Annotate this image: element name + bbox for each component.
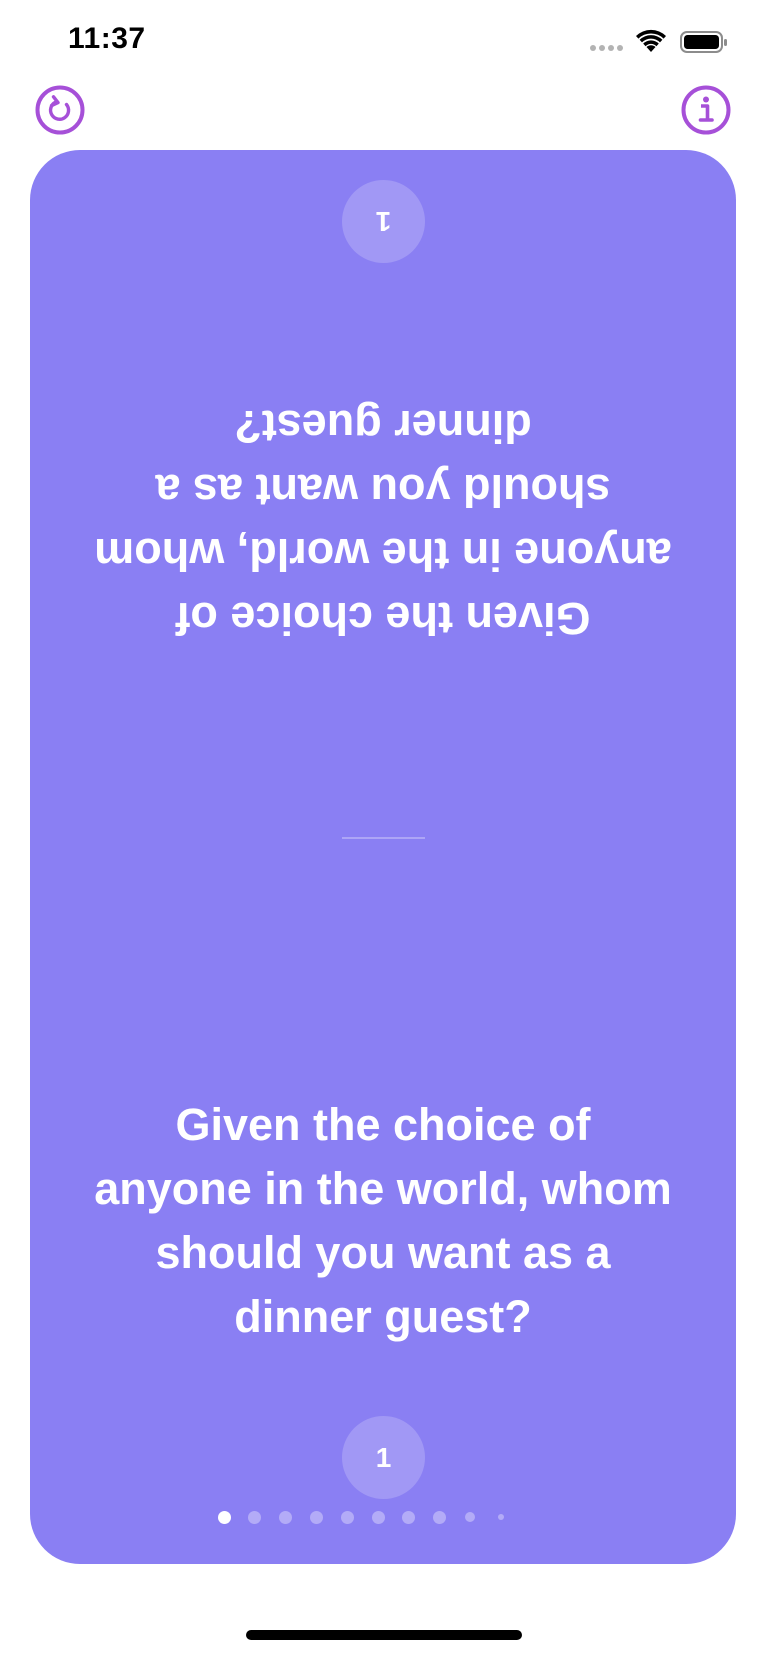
page-dot[interactable] — [498, 1514, 505, 1520]
question-line: anyone in the world, whom — [94, 1163, 672, 1214]
restart-button[interactable] — [34, 84, 86, 136]
status-bar: 11:37 — [0, 0, 768, 88]
page-dot[interactable] — [371, 1510, 385, 1524]
page-dot[interactable] — [465, 1512, 476, 1522]
status-time: 11:37 — [68, 22, 146, 55]
battery-icon — [680, 31, 727, 53]
question-line: Given the choice of — [175, 593, 591, 644]
page-dot[interactable] — [309, 1510, 323, 1524]
page-dot[interactable] — [433, 1510, 447, 1524]
page-dot[interactable] — [340, 1510, 354, 1524]
card-divider — [342, 837, 425, 839]
cellular-signal-icon — [590, 45, 623, 51]
question-line: anyone in the world, whom — [94, 529, 672, 580]
question-line: Given the choice of — [175, 1099, 591, 1150]
card-number-badge: 1 — [342, 1416, 425, 1499]
page-indicator[interactable] — [30, 1507, 736, 1527]
wifi-icon — [636, 29, 666, 52]
question-line: dinner guest? — [234, 1291, 532, 1342]
restart-icon — [35, 85, 85, 135]
page-dot[interactable] — [217, 1510, 231, 1524]
page-dot[interactable] — [248, 1510, 262, 1524]
info-icon — [681, 85, 731, 135]
page-dot[interactable] — [402, 1510, 416, 1524]
question-text: Given the choice of anyone in the world,… — [70, 1093, 696, 1349]
card-number-badge-mirrored: 1 — [342, 180, 425, 263]
question-card[interactable]: 1 Given the choice of anyone in the worl… — [30, 150, 736, 1564]
page-dot[interactable] — [279, 1510, 293, 1524]
question-line: should you want as a — [155, 465, 611, 516]
question-text-mirrored: Given the choice of anyone in the world,… — [70, 394, 696, 650]
home-indicator[interactable] — [246, 1630, 522, 1640]
info-button[interactable] — [680, 84, 732, 136]
question-line: should you want as a — [155, 1227, 611, 1278]
question-line: dinner guest? — [234, 401, 532, 452]
